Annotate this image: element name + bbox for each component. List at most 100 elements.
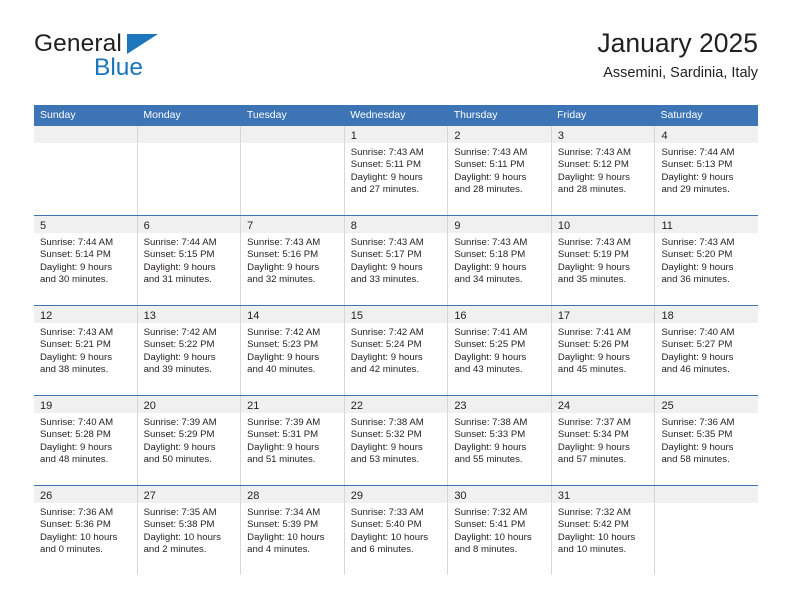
calendar-day-cell[interactable]: 5 Sunrise: 7:44 AM Sunset: 5:14 PM Daylight… [34, 216, 138, 305]
day-number-band: 29 [344, 486, 448, 503]
calendar-day-cell[interactable]: 3 Sunrise: 7:43 AM Sunset: 5:12 PM Daylight… [551, 126, 656, 215]
calendar-day-cell[interactable]: 15 Sunrise: 7:42 AM Sunset: 5:24 PM Dayligh… [344, 306, 449, 395]
day-number: 17 [557, 310, 571, 322]
day-details: Sunrise: 7:32 AM Sunset: 5:42 PM Daylight:… [552, 503, 655, 557]
sunset-line: Sunset: 5:18 PM [454, 249, 526, 261]
day-details: Sunrise: 7:42 AM Sunset: 5:23 PM Daylight:… [241, 323, 344, 377]
calendar-day-cell[interactable]: 12 Sunrise: 7:43 AM Sunset: 5:21 PM Dayligh… [34, 306, 138, 395]
calendar-day-cell[interactable]: 4 Sunrise: 7:44 AM Sunset: 5:13 PM Daylight… [655, 126, 759, 215]
calendar-day-cell[interactable]: 25 Sunrise: 7:36 AM Sunset: 5:35 PM Dayligh… [655, 396, 759, 485]
day-number-band: 25 [655, 396, 759, 413]
calendar-day-cell[interactable]: 19 Sunrise: 7:40 AM Sunset: 5:28 PM Dayligh… [34, 396, 138, 485]
sunrise-line: Sunrise: 7:43 AM [454, 237, 528, 248]
day-number: 5 [40, 220, 47, 232]
day-details: Sunrise: 7:43 AM Sunset: 5:21 PM Daylight:… [34, 323, 137, 377]
day-number: 10 [557, 220, 571, 232]
calendar-day-cell[interactable]: 31 Sunrise: 7:32 AM Sunset: 5:42 PM Dayligh… [551, 486, 656, 575]
calendar-day-cell[interactable]: 27 Sunrise: 7:35 AM Sunset: 5:38 PM Dayligh… [137, 486, 242, 575]
day-number-band: 2 [448, 126, 551, 143]
day-number-band [137, 126, 241, 143]
daylight-line-1: Daylight: 9 hours [557, 441, 630, 453]
day-number-band: 6 [137, 216, 241, 233]
calendar-day-cell[interactable]: 16 Sunrise: 7:41 AM Sunset: 5:25 PM Dayligh… [448, 306, 552, 395]
calendar-day-cell[interactable]: 13 Sunrise: 7:42 AM Sunset: 5:22 PM Dayligh… [137, 306, 242, 395]
calendar-day-cell[interactable]: 20 Sunrise: 7:39 AM Sunset: 5:29 PM Dayligh… [137, 396, 242, 485]
day-details: Sunrise: 7:43 AM Sunset: 5:11 PM Daylight:… [345, 143, 448, 197]
calendar-day-cell[interactable]: 22 Sunrise: 7:38 AM Sunset: 5:32 PM Dayligh… [344, 396, 449, 485]
sunset-line: Sunset: 5:42 PM [557, 519, 629, 531]
weekday-header-row: Sunday Monday Tuesday Wednesday Thursday Frid… [34, 105, 758, 126]
day-number-band: 30 [448, 486, 551, 503]
sunrise-line: Sunrise: 7:40 AM [40, 417, 114, 428]
day-number-band: 9 [448, 216, 551, 233]
calendar-day-cell[interactable]: 30 Sunrise: 7:32 AM Sunset: 5:41 PM Dayligh… [448, 486, 552, 575]
day-details: Sunrise: 7:35 AM Sunset: 5:38 PM Daylight:… [138, 503, 241, 557]
day-details: Sunrise: 7:41 AM Sunset: 5:25 PM Daylight:… [448, 323, 551, 377]
weekday-header-thursday: Thursday [453, 109, 498, 121]
day-details: Sunrise: 7:32 AM Sunset: 5:41 PM Daylight:… [448, 503, 551, 557]
day-number-band: 10 [551, 216, 655, 233]
day-details: Sunrise: 7:43 AM Sunset: 5:18 PM Daylight:… [448, 233, 551, 287]
day-number: 28 [247, 490, 260, 502]
daylight-line-1: Daylight: 9 hours [661, 171, 734, 183]
calendar-day-cell[interactable]: 17 Sunrise: 7:41 AM Sunset: 5:26 PM Dayligh… [551, 306, 656, 395]
day-number-band: 13 [137, 306, 241, 323]
day-number: 19 [40, 400, 53, 412]
sunrise-line: Sunrise: 7:36 AM [661, 417, 735, 428]
logo-text-general: General [34, 30, 122, 57]
page-header: General Blue January 2025 Assemini, Sard… [34, 28, 758, 96]
day-details: Sunrise: 7:38 AM Sunset: 5:32 PM Daylight:… [345, 413, 448, 467]
daylight-line-1: Daylight: 9 hours [557, 261, 630, 273]
daylight-line-2: and 27 minutes. [350, 184, 420, 196]
day-number: 6 [143, 220, 150, 232]
calendar-day-cell[interactable]: 10 Sunrise: 7:43 AM Sunset: 5:19 PM Dayligh… [551, 216, 656, 305]
daylight-line-1: Daylight: 10 hours [454, 531, 532, 543]
daylight-line-1: Daylight: 9 hours [454, 261, 527, 273]
calendar-day-cell[interactable]: 23 Sunrise: 7:38 AM Sunset: 5:33 PM Dayligh… [448, 396, 552, 485]
sunrise-line: Sunrise: 7:42 AM [350, 327, 424, 338]
daylight-line-1: Daylight: 9 hours [661, 351, 734, 363]
day-details: Sunrise: 7:43 AM Sunset: 5:20 PM Daylight:… [655, 233, 758, 287]
sunset-line: Sunset: 5:25 PM [454, 339, 526, 351]
calendar-day-cell[interactable]: 29 Sunrise: 7:33 AM Sunset: 5:40 PM Dayligh… [344, 486, 449, 575]
day-number: 12 [40, 310, 53, 322]
calendar-day-cell[interactable]: 26 Sunrise: 7:36 AM Sunset: 5:36 PM Dayligh… [34, 486, 138, 575]
sunset-line: Sunset: 5:41 PM [454, 519, 526, 531]
daylight-line-1: Daylight: 9 hours [350, 351, 423, 363]
calendar-grid: Sunday Monday Tuesday Wednesday Thursday Frid… [34, 105, 759, 575]
calendar-day-cell[interactable]: 6 Sunrise: 7:44 AM Sunset: 5:15 PM Daylight… [137, 216, 242, 305]
day-details: Sunrise: 7:43 AM Sunset: 5:12 PM Daylight:… [552, 143, 655, 197]
daylight-line-2: and 36 minutes. [661, 274, 730, 286]
sunrise-line: Sunrise: 7:38 AM [454, 417, 528, 428]
sunrise-line: Sunrise: 7:40 AM [661, 327, 735, 338]
calendar-day-cell[interactable]: 1 Sunrise: 7:43 AM Sunset: 5:11 PM Daylight… [344, 126, 449, 215]
day-number: 1 [350, 130, 357, 142]
calendar-week-row: 5 Sunrise: 7:44 AM Sunset: 5:14 PM Daylight… [34, 215, 759, 305]
daylight-line-1: Daylight: 9 hours [350, 261, 423, 273]
calendar-day-cell[interactable]: 24 Sunrise: 7:37 AM Sunset: 5:34 PM Dayligh… [551, 396, 656, 485]
daylight-line-2: and 28 minutes. [454, 184, 523, 196]
day-number-band: 28 [241, 486, 344, 503]
sunset-line: Sunset: 5:28 PM [40, 429, 111, 441]
daylight-line-2: and 42 minutes. [350, 364, 420, 376]
sunrise-line: Sunrise: 7:43 AM [454, 147, 528, 158]
calendar-day-cell[interactable]: 8 Sunrise: 7:43 AM Sunset: 5:17 PM Daylight… [344, 216, 449, 305]
sunset-line: Sunset: 5:29 PM [143, 429, 215, 441]
sunset-line: Sunset: 5:20 PM [661, 249, 733, 261]
day-number: 25 [661, 400, 674, 412]
daylight-line-2: and 55 minutes. [454, 454, 523, 466]
daylight-line-1: Daylight: 9 hours [557, 351, 630, 363]
calendar-day-cell[interactable]: 2 Sunrise: 7:43 AM Sunset: 5:11 PM Daylight… [448, 126, 552, 215]
calendar-day-cell[interactable]: 28 Sunrise: 7:34 AM Sunset: 5:39 PM Dayligh… [241, 486, 345, 575]
calendar-day-cell[interactable]: 18 Sunrise: 7:40 AM Sunset: 5:27 PM Dayligh… [655, 306, 759, 395]
calendar-day-cell[interactable]: 11 Sunrise: 7:43 AM Sunset: 5:20 PM Dayligh… [655, 216, 759, 305]
day-number: 9 [454, 220, 461, 232]
calendar-day-cell-empty [241, 126, 345, 215]
calendar-day-cell[interactable]: 9 Sunrise: 7:43 AM Sunset: 5:18 PM Daylight… [448, 216, 552, 305]
calendar-day-cell[interactable]: 21 Sunrise: 7:39 AM Sunset: 5:31 PM Dayligh… [241, 396, 345, 485]
daylight-line-1: Daylight: 9 hours [143, 261, 216, 273]
calendar-day-cell[interactable]: 14 Sunrise: 7:42 AM Sunset: 5:23 PM Dayligh… [241, 306, 345, 395]
generalblue-logo: General Blue [34, 30, 264, 88]
sunrise-line: Sunrise: 7:42 AM [143, 327, 217, 338]
calendar-day-cell[interactable]: 7 Sunrise: 7:43 AM Sunset: 5:16 PM Daylight… [241, 216, 345, 305]
